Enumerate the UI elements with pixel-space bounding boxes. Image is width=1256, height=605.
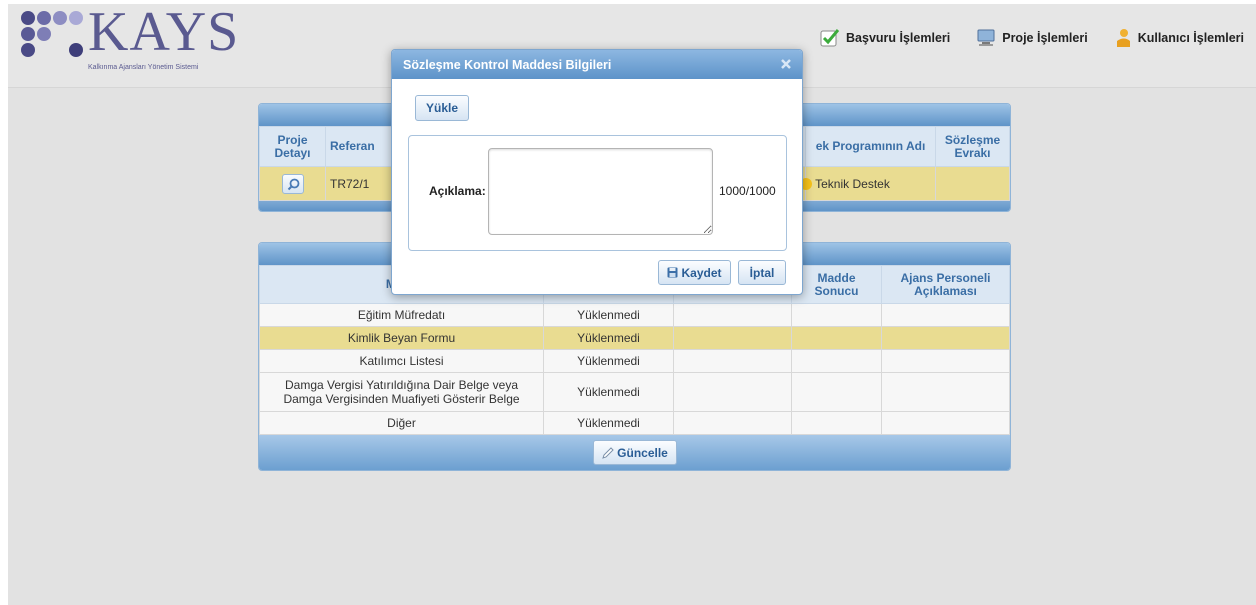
logo-text: KAYS [88,1,240,63]
empty-cell [791,326,882,350]
save-label: Kaydet [681,265,722,280]
empty-cell [791,411,882,435]
program-cell: Teknik Destek [800,166,936,201]
empty-cell [673,349,792,373]
empty-cell [881,349,1010,373]
empty-cell [881,326,1010,350]
user-icon [1116,29,1130,47]
kays-logo[interactable]: KAYS Kalkınma Ajansları Yönetim Sistemi [20,4,250,80]
table-row[interactable]: Katılımcı Listesi Yüklenmedi [259,349,1010,373]
close-icon[interactable] [779,57,793,71]
empty-cell [673,372,792,412]
nav-basvuru-islemleri[interactable]: Başvuru İşlemleri [820,28,950,48]
program-name: Teknik Destek [815,176,890,191]
table-row[interactable]: Diğer Yüklenmedi [259,411,1010,435]
empty-cell [791,349,882,373]
reference-cell: TR72/1 [325,166,396,201]
pencil-icon [602,446,614,459]
item-status: Yüklenmedi [543,326,674,350]
empty-cell [673,303,792,327]
computer-icon [977,29,995,46]
column-header: Sözleşme Evrakı [935,126,1010,167]
nav-proje-islemleri[interactable]: Proje İşlemleri [976,29,1088,47]
save-button[interactable]: Kaydet [658,260,731,285]
dialog-titlebar[interactable]: Sözleşme Kontrol Maddesi Bilgileri [392,50,802,79]
empty-cell [791,303,882,327]
item-status: Yüklenmedi [543,303,674,327]
item-name: Damga Vergisi Yatırıldığına Dair Belge v… [259,372,544,412]
check-icon [820,29,840,47]
guncelle-label: Güncelle [617,445,668,460]
column-header: Madde Sonucu [791,265,882,304]
empty-cell [881,372,1010,412]
logo-subtitle: Kalkınma Ajansları Yönetim Sistemi [88,64,199,71]
character-counter: 1000/1000 [719,184,776,198]
nav-label: Kullanıcı İşlemleri [1137,31,1244,45]
empty-cell [881,303,1010,327]
table-row[interactable]: Kimlik Beyan Formu Yüklenmedi [259,326,1010,350]
table-footer: Güncelle [259,435,1010,470]
nav-kullanici-islemleri[interactable]: Kullanıcı İşlemleri [1114,28,1244,48]
description-fieldset: Açıklama: 1000/1000 [408,135,787,251]
empty-cell [673,411,792,435]
item-name: Katılımcı Listesi [259,349,544,373]
guncelle-button[interactable]: Güncelle [593,440,677,465]
detail-button[interactable] [281,173,304,194]
column-header: Proje Detayı [259,126,326,167]
top-navigation: Başvuru İşlemleri Proje İşlemleri Kullan… [820,28,1256,48]
item-status: Yüklenmedi [543,349,674,373]
empty-cell [791,372,882,412]
floppy-disk-icon [667,267,678,278]
table-row[interactable]: Eğitim Müfredatı Yüklenmedi [259,303,1010,327]
column-header: Referan [325,126,396,167]
description-textarea[interactable] [488,148,713,235]
dialog-title: Sözleşme Kontrol Maddesi Bilgileri [403,58,612,72]
empty-cell [673,326,792,350]
item-name: Eğitim Müfredatı [259,303,544,327]
item-name: Kimlik Beyan Formu [259,326,544,350]
description-label: Açıklama: [429,184,486,198]
column-header: ek Programının Adı [805,126,936,167]
upload-label: Yükle [425,101,458,115]
nav-label: Proje İşlemleri [1002,31,1088,45]
nav-label: Başvuru İşlemleri [846,31,951,45]
cancel-label: İptal [749,265,775,280]
contract-item-dialog: Sözleşme Kontrol Maddesi Bilgileri Yükle… [391,49,803,295]
search-icon [287,178,299,190]
detail-cell [259,166,326,201]
item-name: Diğer [259,411,544,435]
table-row[interactable]: Damga Vergisi Yatırıldığına Dair Belge v… [259,372,1010,412]
contract-cell [935,166,1010,201]
cancel-button[interactable]: İptal [738,260,786,285]
item-status: Yüklenmedi [543,372,674,412]
item-status: Yüklenmedi [543,411,674,435]
column-header: Ajans Personeli Açıklaması [881,265,1010,304]
empty-cell [881,411,1010,435]
upload-button[interactable]: Yükle [415,95,469,121]
